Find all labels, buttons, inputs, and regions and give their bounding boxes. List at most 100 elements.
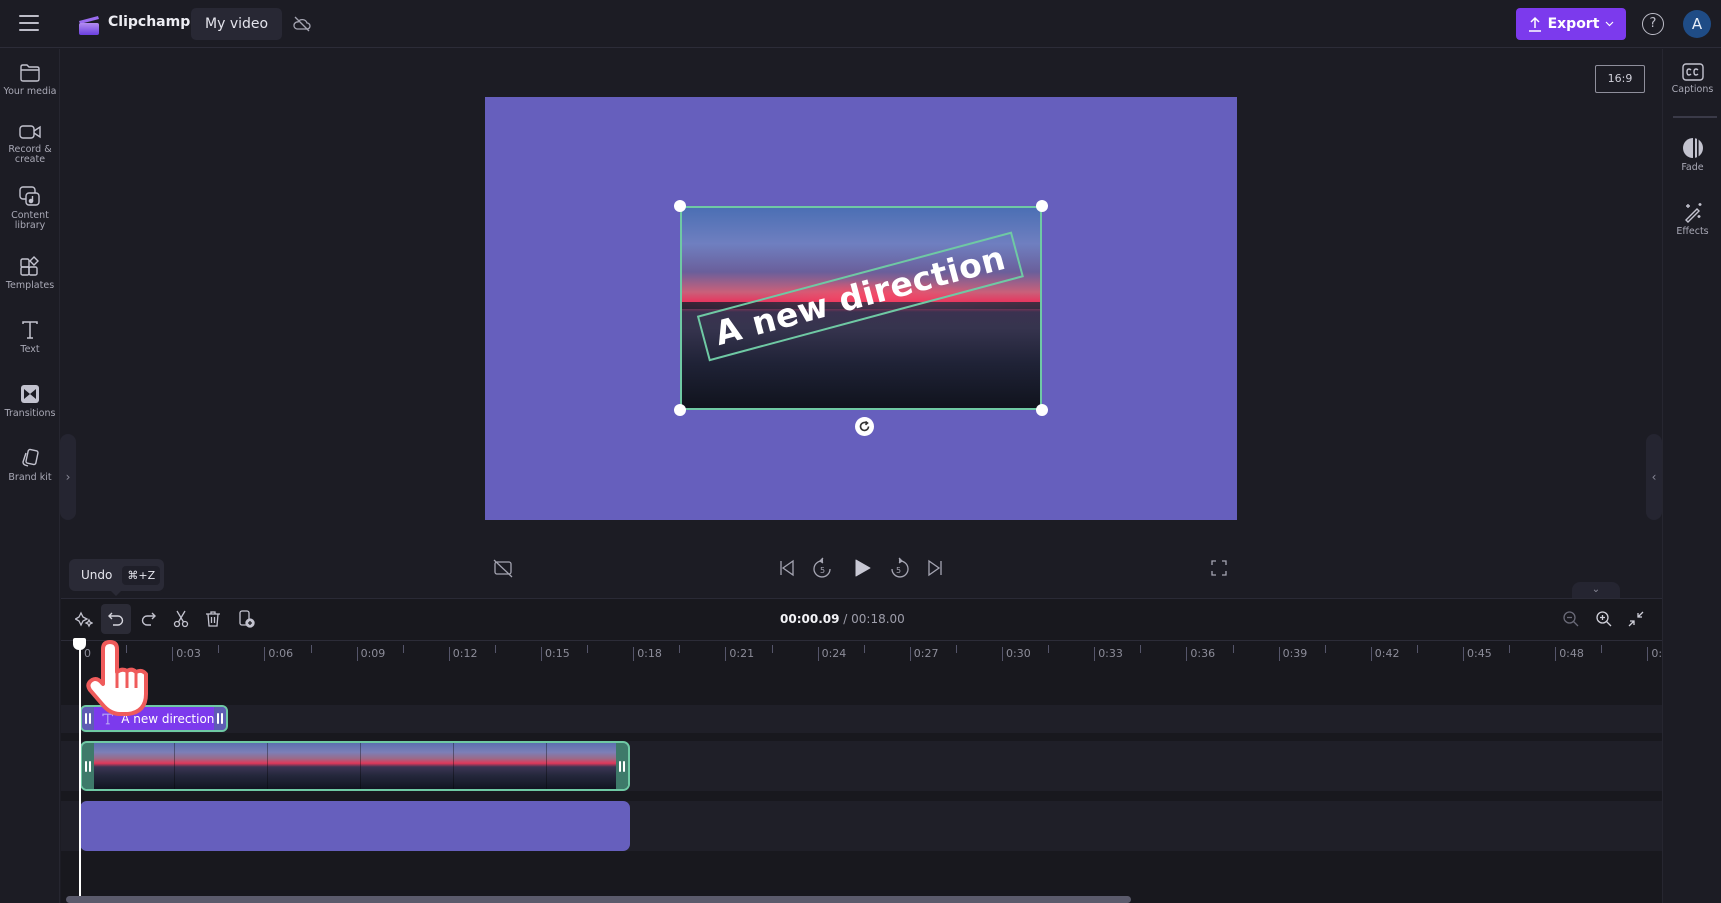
- resize-handle-top-left[interactable]: [674, 200, 686, 212]
- user-avatar[interactable]: A: [1683, 10, 1711, 38]
- timeline-ruler[interactable]: 0 0:03 0:06 0:09 0:12 0:15 0:18 0:21 0:24 0:27 0:3…: [61, 640, 1662, 668]
- sidebar-label: Content library: [11, 210, 49, 231]
- sidebar-label: Your media: [3, 86, 57, 97]
- chevron-down-icon: [1605, 21, 1614, 27]
- ruler-tick-label: 0:27: [909, 647, 939, 661]
- sidebar-item-content-library[interactable]: Content library: [0, 185, 60, 231]
- ruler-minor-tick: [1140, 645, 1142, 653]
- text-icon: [101, 713, 113, 724]
- text-clip[interactable]: A new direction: [80, 705, 228, 732]
- help-button[interactable]: ?: [1642, 13, 1664, 35]
- menu-button[interactable]: [19, 15, 39, 31]
- export-button[interactable]: Export: [1516, 8, 1626, 40]
- ruler-minor-tick: [310, 645, 312, 653]
- add-to-timeline-button[interactable]: [231, 604, 261, 634]
- play-icon[interactable]: [851, 557, 873, 579]
- text-track: [61, 705, 1662, 733]
- zoom-out-icon[interactable]: [1562, 610, 1580, 628]
- sidebar-item-templates[interactable]: Templates: [0, 255, 60, 291]
- redo-icon: [141, 612, 156, 626]
- hide-captions-icon[interactable]: [492, 557, 514, 579]
- ruler-minor-tick: [218, 645, 220, 653]
- sidebar-item-brand-kit[interactable]: Brand kit: [0, 447, 60, 483]
- ruler-tick-label: 0:03: [172, 647, 201, 661]
- ruler-minor-tick: [1601, 645, 1603, 653]
- aspect-ratio-button[interactable]: 16:9: [1595, 65, 1645, 93]
- ruler-minor-tick: [1416, 645, 1418, 653]
- resize-handle-bottom-left[interactable]: [674, 404, 686, 416]
- expand-left-panel-button[interactable]: ›: [60, 434, 76, 520]
- collapse-timeline-button[interactable]: ⌄: [1572, 582, 1620, 598]
- undo-button[interactable]: [101, 604, 131, 634]
- video-camera-icon: [19, 125, 41, 139]
- fullscreen-icon[interactable]: [1208, 557, 1230, 579]
- trim-handle-left[interactable]: [82, 707, 94, 730]
- sidebar-item-your-media[interactable]: Your media: [0, 63, 60, 97]
- sidebar-label: Fade: [1681, 162, 1704, 173]
- trim-handle-right[interactable]: [616, 743, 628, 789]
- ruler-tick-label: 0:12: [448, 647, 478, 661]
- ruler-minor-tick: [587, 645, 589, 653]
- ruler-minor-tick: [1324, 645, 1326, 653]
- tooltip-arrow: [110, 590, 122, 596]
- forward-5-seconds-icon[interactable]: 5: [888, 557, 910, 579]
- sidebar-label: Captions: [1671, 84, 1714, 95]
- add-media-icon: [239, 610, 255, 628]
- skip-to-start-icon[interactable]: [776, 557, 798, 579]
- folder-icon: [20, 64, 40, 82]
- cloud-offline-icon[interactable]: [292, 14, 312, 34]
- timeline-scrollbar[interactable]: [66, 896, 1131, 903]
- ruler-minor-tick: [863, 645, 865, 653]
- ruler-minor-tick: [1509, 645, 1511, 653]
- ruler-minor-tick: [126, 645, 128, 653]
- sidebar-item-text[interactable]: Text: [0, 319, 60, 355]
- redo-button[interactable]: [133, 604, 163, 634]
- project-name-field[interactable]: My video: [191, 8, 283, 40]
- ruler-tick-label: 0:48: [1555, 647, 1584, 661]
- ruler-tick-label: 0:45: [1463, 647, 1492, 661]
- resize-handle-top-right[interactable]: [1036, 200, 1048, 212]
- ruler-tick-label: 0:39: [1278, 647, 1307, 661]
- sidebar-label: Text: [20, 344, 40, 355]
- rotate-handle[interactable]: [855, 417, 874, 436]
- skip-to-end-icon[interactable]: [924, 557, 946, 579]
- ruler-tick-label: 0:18: [633, 647, 662, 661]
- top-bar: Clipchamp My video Export ? A: [0, 0, 1721, 48]
- sidebar-label: Record & create: [8, 144, 52, 165]
- magic-edit-button[interactable]: [69, 604, 99, 634]
- expand-right-panel-button[interactable]: ‹: [1646, 434, 1662, 520]
- ruler-tick-label: 0:09: [356, 647, 385, 661]
- captions-icon: [1681, 63, 1704, 81]
- playhead-line: [79, 642, 81, 903]
- brand-kit-icon: [22, 448, 39, 467]
- svg-text:5: 5: [820, 566, 825, 575]
- sidebar-label: Templates: [5, 280, 55, 291]
- rewind-5-seconds-icon[interactable]: 5: [812, 557, 834, 579]
- trim-handle-right[interactable]: [214, 707, 226, 730]
- delete-button[interactable]: [198, 604, 228, 634]
- text-overlay[interactable]: A new direction: [690, 231, 1030, 362]
- sidebar-item-transitions[interactable]: Transitions: [0, 383, 60, 419]
- playhead-handle[interactable]: [73, 638, 86, 650]
- resize-handle-bottom-right[interactable]: [1036, 404, 1048, 416]
- magic-wand-icon: [1684, 203, 1701, 223]
- export-label: Export: [1547, 16, 1600, 32]
- background-color-clip[interactable]: [80, 801, 630, 851]
- fit-to-screen-icon[interactable]: [1627, 610, 1645, 628]
- sidebar-item-captions[interactable]: Captions: [1663, 63, 1721, 95]
- sidebar-item-record-create[interactable]: Record & create: [0, 123, 60, 165]
- sparkle-icon: [75, 611, 93, 628]
- rotate-icon: [859, 420, 870, 432]
- ruler-tick-label: 0:33: [1094, 647, 1123, 661]
- sidebar-item-fade[interactable]: Fade: [1663, 137, 1721, 173]
- zoom-in-icon[interactable]: [1595, 610, 1613, 628]
- video-clip[interactable]: [80, 741, 630, 791]
- ruler-tick-label: 0:06: [264, 647, 293, 661]
- split-button[interactable]: [166, 604, 196, 634]
- sidebar-item-effects[interactable]: Effects: [1663, 201, 1721, 237]
- undo-tooltip: Undo ⌘+Z: [69, 559, 164, 591]
- ruler-minor-tick: [771, 645, 773, 653]
- clipchamp-logo-icon: [79, 16, 99, 35]
- trim-handle-left[interactable]: [82, 743, 94, 789]
- ruler-minor-tick: [402, 645, 404, 653]
